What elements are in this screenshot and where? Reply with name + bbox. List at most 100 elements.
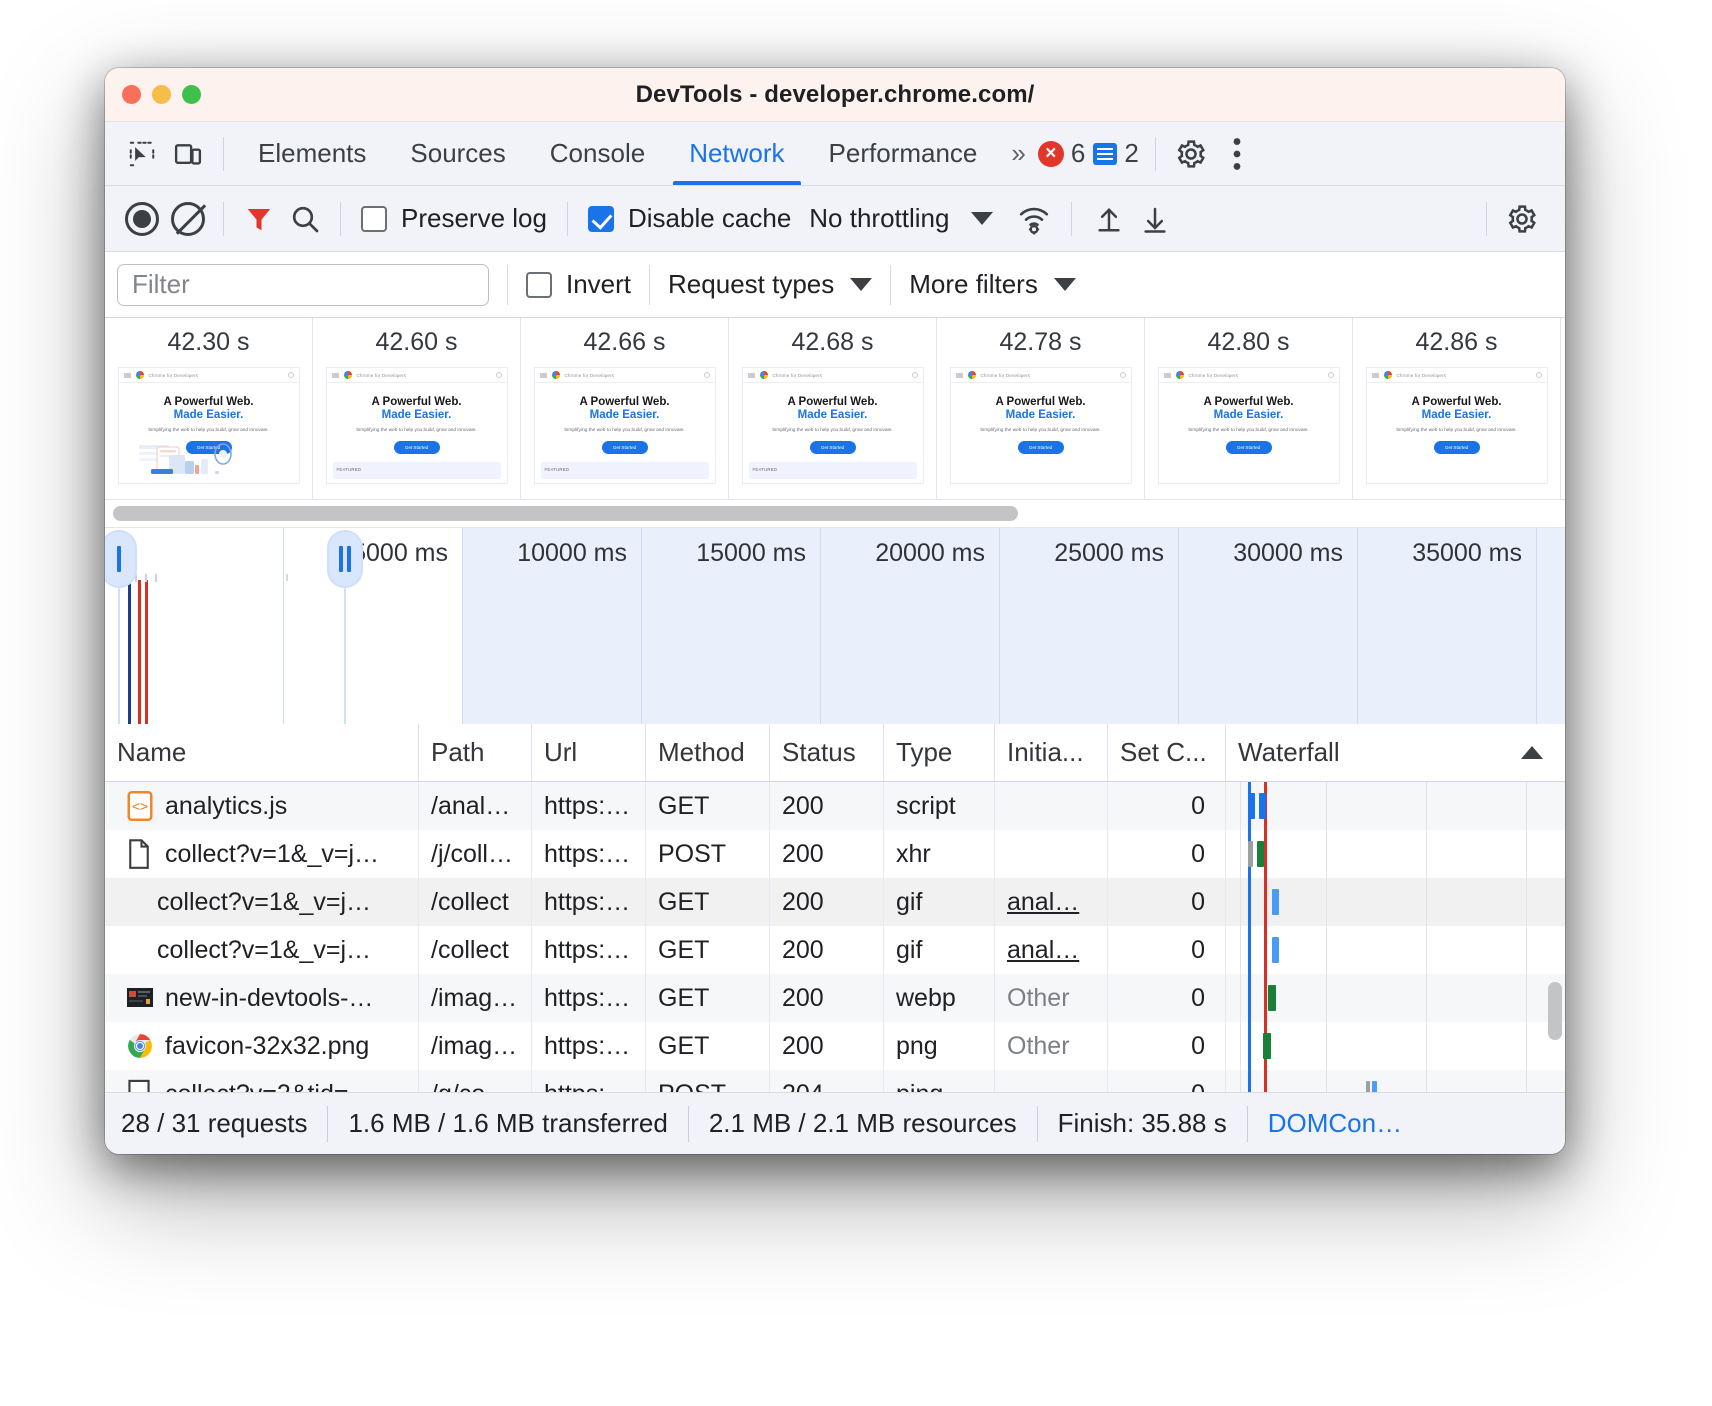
- cell-type: script: [884, 782, 995, 830]
- hamburger-icon: [956, 373, 963, 378]
- filmstrip-scrollbar[interactable]: [105, 500, 1565, 528]
- filmstrip-screenshot[interactable]: Chrome for Developers A Powerful Web. Ma…: [1366, 367, 1548, 484]
- chrome-logo-icon: [136, 371, 144, 379]
- column-header-status[interactable]: Status: [770, 724, 884, 781]
- filmstrip-screenshot[interactable]: Chrome for Developers A Powerful Web. Ma…: [742, 367, 924, 484]
- table-row[interactable]: collect?v=1&_v=j… /collect https:… GET 2…: [105, 926, 1565, 974]
- chrome-logo-icon: [1176, 371, 1184, 379]
- filmstrip-screenshot[interactable]: Chrome for Developers A Powerful Web. Ma…: [534, 367, 716, 484]
- tab-network[interactable]: Network: [667, 122, 806, 185]
- kebab-menu-icon[interactable]: [1214, 131, 1260, 177]
- filmstrip-frame[interactable]: 42.68 s Chrome for Developers A Powerful…: [729, 318, 937, 499]
- inspect-element-icon[interactable]: [119, 131, 165, 177]
- table-row[interactable]: <> analytics.js /anal… https:… GET 200 s…: [105, 782, 1565, 830]
- window-titlebar: DevTools - developer.chrome.com/: [105, 68, 1565, 122]
- network-overview[interactable]: 5000 ms10000 ms15000 ms20000 ms25000 ms3…: [105, 528, 1565, 724]
- filmstrip-frame[interactable]: 42.60 s Chrome for Developers A Powerful…: [313, 318, 521, 499]
- network-settings-gear-icon[interactable]: [1499, 196, 1545, 242]
- type-value: gif: [896, 936, 922, 965]
- tab-elements[interactable]: Elements: [236, 122, 388, 185]
- filmstrip-frame[interactable]: 42.66 s Chrome for Developers A Powerful…: [521, 318, 729, 499]
- url-value: https:…: [544, 792, 630, 821]
- cell-name: collect?v=1&_v=j…: [105, 926, 419, 974]
- filter-funnel-icon[interactable]: [236, 196, 282, 242]
- filmstrip-screenshot[interactable]: Chrome for Developers A Powerful Web. Ma…: [326, 367, 508, 484]
- filmstrip-screenshot[interactable]: Chrome for Developers A Powerful Web. Ma…: [950, 367, 1132, 484]
- page-headline: A Powerful Web.: [535, 396, 715, 408]
- column-header-initiator[interactable]: Initia...: [995, 724, 1108, 781]
- cell-initiator[interactable]: anal…: [995, 926, 1108, 974]
- filmstrip-frame[interactable]: 42.78 s Chrome for Developers A Powerful…: [937, 318, 1145, 499]
- filmstrip-frame[interactable]: 42.86 s Chrome for Developers A Powerful…: [1353, 318, 1561, 499]
- clear-icon[interactable]: [165, 196, 211, 242]
- column-header-setcookies[interactable]: Set C...: [1108, 724, 1226, 781]
- preserve-log-label: Preserve log: [401, 203, 547, 234]
- waterfall-gridline: [1240, 782, 1241, 830]
- column-header-label: Name: [117, 737, 186, 768]
- page-tagline: Simplifying the web to help you build, g…: [951, 428, 1131, 433]
- overview-selection-handle-right[interactable]: [327, 530, 363, 588]
- cell-set-cookies: 0: [1108, 830, 1226, 878]
- request-types-dropdown[interactable]: Request types: [668, 269, 872, 300]
- more-filters-dropdown[interactable]: More filters: [909, 269, 1076, 300]
- cell-status: 200: [770, 974, 884, 1022]
- invert-label: Invert: [566, 269, 631, 300]
- waterfall-gridline: [1426, 878, 1427, 926]
- table-row[interactable]: favicon-32x32.png /imag… https:… GET 200…: [105, 1022, 1565, 1070]
- record-icon[interactable]: [119, 196, 165, 242]
- column-header-name[interactable]: Name: [105, 724, 419, 781]
- type-value: xhr: [896, 840, 931, 869]
- filmstrip-screenshot[interactable]: Chrome for Developers A Powerful Web. Ma…: [118, 367, 300, 484]
- page-subhead: Made Easier.: [327, 409, 507, 421]
- upload-har-icon[interactable]: [1086, 196, 1132, 242]
- url-value: https:…: [544, 936, 630, 965]
- throttling-select[interactable]: No throttling: [809, 203, 993, 234]
- message-counter[interactable]: 2: [1089, 138, 1142, 169]
- method-value: GET: [658, 936, 709, 965]
- column-header-method[interactable]: Method: [646, 724, 770, 781]
- load-event-marker: [1264, 974, 1267, 1022]
- search-icon[interactable]: [282, 196, 328, 242]
- tab-console[interactable]: Console: [528, 122, 667, 185]
- more-tabs-chevron-icon[interactable]: »: [999, 138, 1033, 169]
- column-header-waterfall[interactable]: Waterfall: [1226, 724, 1565, 781]
- filter-input[interactable]: [117, 264, 489, 306]
- table-row[interactable]: collect?v=1&_v=j… /j/coll… https:… POST …: [105, 830, 1565, 878]
- page-subhead: Made Easier.: [1159, 409, 1339, 421]
- table-row[interactable]: collect?v=1&_v=j… /collect https:… GET 2…: [105, 878, 1565, 926]
- gear-icon[interactable]: [1168, 131, 1214, 177]
- column-header-path[interactable]: Path: [419, 724, 532, 781]
- filmstrip-screenshot[interactable]: Chrome for Developers A Powerful Web. Ma…: [1158, 367, 1340, 484]
- url-value: https:…: [544, 984, 630, 1013]
- invert-checkbox[interactable]: Invert: [526, 269, 631, 300]
- cell-initiator[interactable]: anal…: [995, 878, 1108, 926]
- table-row[interactable]: new-in-devtools-… /imag… https:… GET 200…: [105, 974, 1565, 1022]
- column-header-type[interactable]: Type: [884, 724, 995, 781]
- search-icon: [496, 372, 502, 378]
- preserve-log-checkbox[interactable]: Preserve log: [361, 203, 547, 234]
- filmstrip-frame[interactable]: 42.80 s Chrome for Developers A Powerful…: [1145, 318, 1353, 499]
- device-toolbar-icon[interactable]: [165, 131, 211, 177]
- tab-performance[interactable]: Performance: [807, 122, 1000, 185]
- error-counter[interactable]: × 6: [1034, 138, 1089, 169]
- request-table-header: Name PathUrlMethodStatusTypeInitia...Set …: [105, 724, 1565, 782]
- page-brand: Chrome for Developers: [149, 373, 199, 378]
- search-icon: [704, 372, 710, 378]
- disable-cache-checkbox[interactable]: Disable cache: [588, 203, 791, 234]
- type-value: gif: [896, 888, 922, 917]
- column-header-url[interactable]: Url: [532, 724, 646, 781]
- filmstrip-scroll-thumb[interactable]: [113, 506, 1018, 521]
- waterfall-bar: [1268, 985, 1276, 1011]
- filmstrip-frame-time: 42.78 s: [999, 328, 1081, 357]
- overview-selection-handle-left[interactable]: [105, 530, 137, 588]
- page-subhead: Made Easier.: [535, 409, 715, 421]
- page-topbar: Chrome for Developers: [743, 368, 923, 383]
- type-value: script: [896, 792, 956, 821]
- waterfall-gridline: [1240, 878, 1241, 926]
- filmstrip-frame[interactable]: 42.30 s Chrome for Developers A Powerful…: [105, 318, 313, 499]
- table-scroll-thumb[interactable]: [1548, 982, 1562, 1040]
- tab-sources[interactable]: Sources: [388, 122, 527, 185]
- network-conditions-icon[interactable]: [1011, 196, 1057, 242]
- waterfall-gridline: [1526, 926, 1527, 974]
- download-har-icon[interactable]: [1132, 196, 1178, 242]
